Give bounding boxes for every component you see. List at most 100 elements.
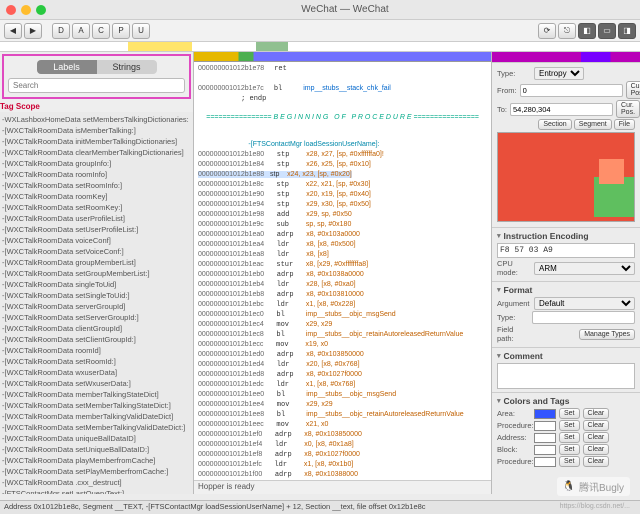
argument-select[interactable]: Default [534,297,635,310]
list-item[interactable]: -[WXCTalkRoomData clearMemberTalkingDict… [2,147,193,158]
list-item[interactable]: -[WXCTalkRoomData .cxx_destruct] [2,477,193,488]
list-item[interactable]: -[WXCTalkRoomData setGroupMemberList:] [2,268,193,279]
mode-a-button[interactable]: A [72,23,90,39]
clear-button[interactable]: Clear [583,432,610,443]
mode-c-button[interactable]: C [92,23,110,39]
color-swatch[interactable] [534,409,556,419]
from-label: From: [497,86,517,95]
scope-section-button[interactable]: Section [538,119,571,130]
from-input[interactable] [520,84,623,97]
watermark-url: https://blog.csdn.net/... [560,503,630,510]
color-swatch[interactable] [534,445,556,455]
list-item[interactable]: -[WXCTalkRoomData wxuserData] [2,367,193,378]
right-overview-strip [492,52,640,62]
segment-overview-strip[interactable] [194,52,491,62]
encoding-header[interactable]: Instruction Encoding [497,231,635,241]
scope-segment-button[interactable]: Segment [574,119,612,130]
list-item[interactable]: -[WXCTalkRoomData setMemberTalkingValidD… [2,422,193,433]
tab-labels[interactable]: Labels [37,60,97,74]
set-button[interactable]: Set [559,444,580,455]
mode-u-button[interactable]: U [132,23,150,39]
field-label: Field path: [497,325,531,343]
cpu-select[interactable]: ARM [534,262,635,275]
clear-button[interactable]: Clear [583,456,610,467]
type-select[interactable]: Entropy [534,67,584,80]
list-item[interactable]: -[WXCTalkRoomData setUniqueBallDataID:] [2,444,193,455]
list-item[interactable]: -[WXCTalkRoomData isMemberTalking:] [2,125,193,136]
list-item[interactable]: -[WXCTalkRoomData memberTalkingValidDate… [2,411,193,422]
list-item[interactable]: -[WXCTalkRoomData setSingleToUid:] [2,290,193,301]
encoding-bytes: F8 57 03 A9 [497,243,635,258]
list-item[interactable]: -[WXCTalkRoomData roomId] [2,345,193,356]
comment-box[interactable] [497,363,635,389]
watermark: 🐧腾讯Bugly [557,477,630,496]
from-curpos-button[interactable]: Cur. Pos. [626,81,640,99]
tool-btn-2[interactable]: ⎋ [558,23,576,39]
search-input[interactable] [8,78,185,93]
list-item[interactable]: -[WXCTalkRoomData serverGroupId] [2,301,193,312]
minimize-icon[interactable] [21,5,31,15]
list-item[interactable]: -[WXCTalkRoomData setClientGroupId:] [2,334,193,345]
list-item[interactable]: -[WXCTalkRoomData uniqueBallDataID] [2,433,193,444]
tab-strings[interactable]: Strings [97,60,157,74]
view-btn-1[interactable]: ◧ [578,23,596,39]
color-swatch[interactable] [534,421,556,431]
view-btn-3[interactable]: ◨ [618,23,636,39]
argument-label: Argument [497,299,531,308]
to-input[interactable] [510,103,613,116]
set-button[interactable]: Set [559,456,580,467]
tool-btn-1[interactable]: ⟳ [538,23,556,39]
mode-p-button[interactable]: P [112,23,130,39]
sidebar-segmented[interactable]: Labels Strings [37,60,157,74]
list-item[interactable]: -[WXCTalkRoomData groupInfo:] [2,158,193,169]
clear-button[interactable]: Clear [583,420,610,431]
list-item[interactable]: -[WXCTalkRoomData clientGroupId] [2,323,193,334]
list-item[interactable]: -[WXCTalkRoomData voiceConf] [2,235,193,246]
entropy-minimap[interactable] [497,132,635,222]
scope-file-button[interactable]: File [614,119,635,130]
list-item[interactable]: -[WXCTalkRoomData roomInfo] [2,169,193,180]
format-header[interactable]: Format [497,285,635,295]
colors-header[interactable]: Colors and Tags [497,396,635,406]
list-item[interactable]: -[WXCTalkRoomData setRoomInfo:] [2,180,193,191]
list-item[interactable]: -[WXCTalkRoomData initMemberTalkingDicti… [2,136,193,147]
list-item[interactable]: -[WXCTalkRoomData groupMemberList] [2,257,193,268]
set-button[interactable]: Set [559,420,580,431]
clear-button[interactable]: Clear [583,408,610,419]
list-item[interactable]: -[WXCTalkRoomData roomKey] [2,191,193,202]
maximize-icon[interactable] [36,5,46,15]
list-item[interactable]: -[WXCTalkRoomData setMemberTalkingStateD… [2,400,193,411]
list-item[interactable]: -[WXCTalkRoomData setWxuserData:] [2,378,193,389]
set-button[interactable]: Set [559,432,580,443]
list-item[interactable]: -[WXCTalkRoomData setServerGroupId:] [2,312,193,323]
list-item[interactable]: -[WXCTalkRoomData setRoomId:] [2,356,193,367]
set-button[interactable]: Set [559,408,580,419]
nav-fwd-button[interactable]: ▶ [24,23,42,39]
list-item[interactable]: -[FTSContactMgr setLastQueryText:] [2,488,193,494]
list-item[interactable]: -[WXCTalkRoomData playMemberfromCache] [2,455,193,466]
color-swatch[interactable] [534,433,556,443]
symbol-list[interactable]: -WXLashboxHomeData setMembersTalkingDict… [0,112,193,494]
disassembly-view[interactable]: 000000001012b1e78 ret 000000001012b1e7c … [194,62,491,480]
list-item[interactable]: -[WXCTalkRoomData setRoomKey:] [2,202,193,213]
mode-d-button[interactable]: D [52,23,70,39]
list-item[interactable]: -[WXCTalkRoomData userProfileList] [2,213,193,224]
close-icon[interactable] [6,5,16,15]
to-curpos-button[interactable]: Cur. Pos. [616,100,640,118]
file-overview-strip[interactable] [0,42,640,52]
type2-input[interactable] [532,311,635,324]
manage-types-button[interactable]: Manage Types [579,329,635,340]
list-item[interactable]: -[WXCTalkRoomData setPlayMemberfromCache… [2,466,193,477]
clear-button[interactable]: Clear [583,444,610,455]
list-item[interactable]: -[WXCTalkRoomData singleToUid] [2,279,193,290]
list-item[interactable]: -WXLashboxHomeData setMembersTalkingDict… [2,114,193,125]
nav-back-button[interactable]: ◀ [4,23,22,39]
view-btn-2[interactable]: ▭ [598,23,616,39]
color-swatch[interactable] [534,457,556,467]
list-item[interactable]: -[WXCTalkRoomData setUserProfileList:] [2,224,193,235]
window-title: WeChat — WeChat [56,4,634,15]
list-item[interactable]: -[WXCTalkRoomData memberTalkingStateDict… [2,389,193,400]
cpu-label: CPU mode: [497,259,531,277]
comment-header[interactable]: Comment [497,351,635,361]
list-item[interactable]: -[WXCTalkRoomData setVoiceConf:] [2,246,193,257]
